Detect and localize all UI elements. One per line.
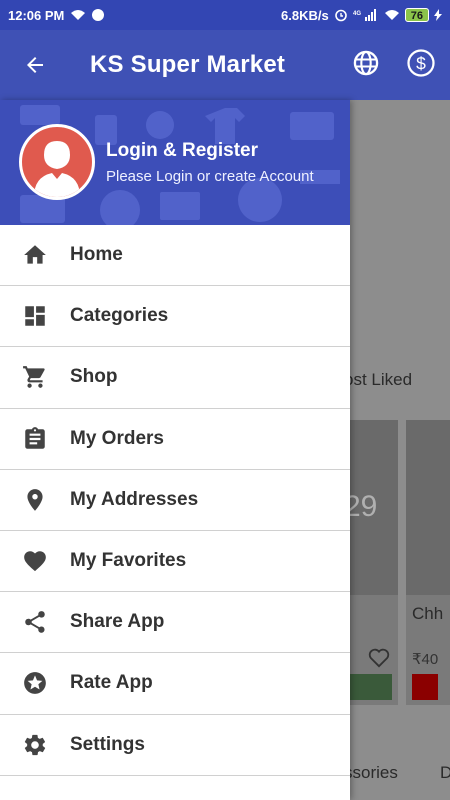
alarm-icon	[334, 9, 347, 22]
home-icon	[24, 245, 46, 264]
heart-icon	[24, 551, 46, 572]
menu-item-label: Share App	[70, 611, 165, 633]
drawer-header[interactable]: Login & Register Please Login or create …	[0, 100, 350, 225]
back-button[interactable]	[0, 30, 70, 100]
section-label: ost Liked	[344, 370, 413, 389]
product-price: ₹40	[412, 651, 439, 668]
menu-item-label: Rate App	[70, 672, 153, 694]
charging-icon	[434, 9, 442, 21]
menu-item-label: Categories	[70, 305, 169, 327]
cart-icon	[23, 366, 45, 389]
menu-item-shop[interactable]: Shop	[0, 347, 350, 409]
menu-item-home[interactable]: Home	[0, 225, 350, 287]
menu-item-label: Shop	[70, 366, 118, 388]
svg-text:4G: 4G	[353, 11, 361, 17]
wifi-icon	[384, 10, 399, 20]
gear-icon	[24, 734, 46, 755]
navigation-drawer: Login & Register Please Login or create …	[0, 100, 350, 800]
language-button[interactable]	[352, 49, 380, 82]
menu-item-label: My Orders	[70, 427, 164, 449]
background-page: ost Liked 29 Chh ₹40 ssories D	[344, 100, 450, 800]
cell-signal-icon: 4G	[353, 9, 376, 21]
add-button-fragment	[350, 674, 392, 700]
menu-item-settings[interactable]: Settings	[0, 715, 350, 776]
arrow-back-icon	[27, 57, 43, 73]
app-title: KS Super Market	[90, 51, 286, 78]
currency-icon: $	[407, 48, 435, 77]
product-card: 29	[344, 420, 398, 705]
battery-level: 76	[404, 8, 429, 22]
notification-icon	[92, 9, 105, 21]
menu-item-label: Home	[70, 244, 123, 266]
status-time: 12:06 PM	[8, 7, 65, 23]
login-register-title: Login & Register	[106, 140, 259, 161]
signal-wifi-icon	[71, 10, 86, 20]
currency-button[interactable]: $	[406, 48, 436, 83]
heart-outline-icon	[368, 648, 390, 668]
menu-item-my-orders[interactable]: My Orders	[0, 409, 350, 470]
add-button-fragment	[412, 674, 438, 700]
dashboard-icon	[25, 306, 45, 327]
menu-item-my-favorites[interactable]: My Favorites	[0, 531, 350, 593]
app-bar: KS Super Market $	[0, 30, 450, 100]
avatar	[19, 124, 95, 200]
drawer-menu: Home Categories Shop My Orders My Addres…	[0, 225, 350, 776]
status-bar: 12:06 PM 6.8KB/s 4G 76	[0, 0, 450, 30]
menu-item-label: Settings	[70, 733, 145, 755]
category-tab-fragment: D	[440, 763, 450, 782]
network-speed: 6.8KB/s	[281, 7, 329, 23]
category-tab-fragment: ssories	[344, 763, 398, 782]
globe-icon	[353, 50, 379, 75]
user-silhouette-icon	[34, 141, 80, 197]
star-circle-icon	[24, 672, 46, 695]
menu-item-label: My Addresses	[70, 488, 199, 510]
menu-item-label: My Favorites	[70, 550, 187, 572]
menu-item-share-app[interactable]: Share App	[0, 592, 350, 654]
menu-item-my-addresses[interactable]: My Addresses	[0, 470, 350, 531]
login-register-subtitle: Please Login or create Account	[106, 168, 314, 185]
product-card: Chh ₹40	[406, 420, 450, 705]
svg-text:$: $	[416, 53, 426, 73]
share-icon	[25, 611, 45, 633]
menu-item-rate-app[interactable]: Rate App	[0, 653, 350, 715]
menu-item-categories[interactable]: Categories	[0, 286, 350, 348]
product-name-fragment: Chh	[412, 604, 444, 623]
clipboard-icon	[25, 426, 45, 449]
location-pin-icon	[27, 489, 43, 511]
